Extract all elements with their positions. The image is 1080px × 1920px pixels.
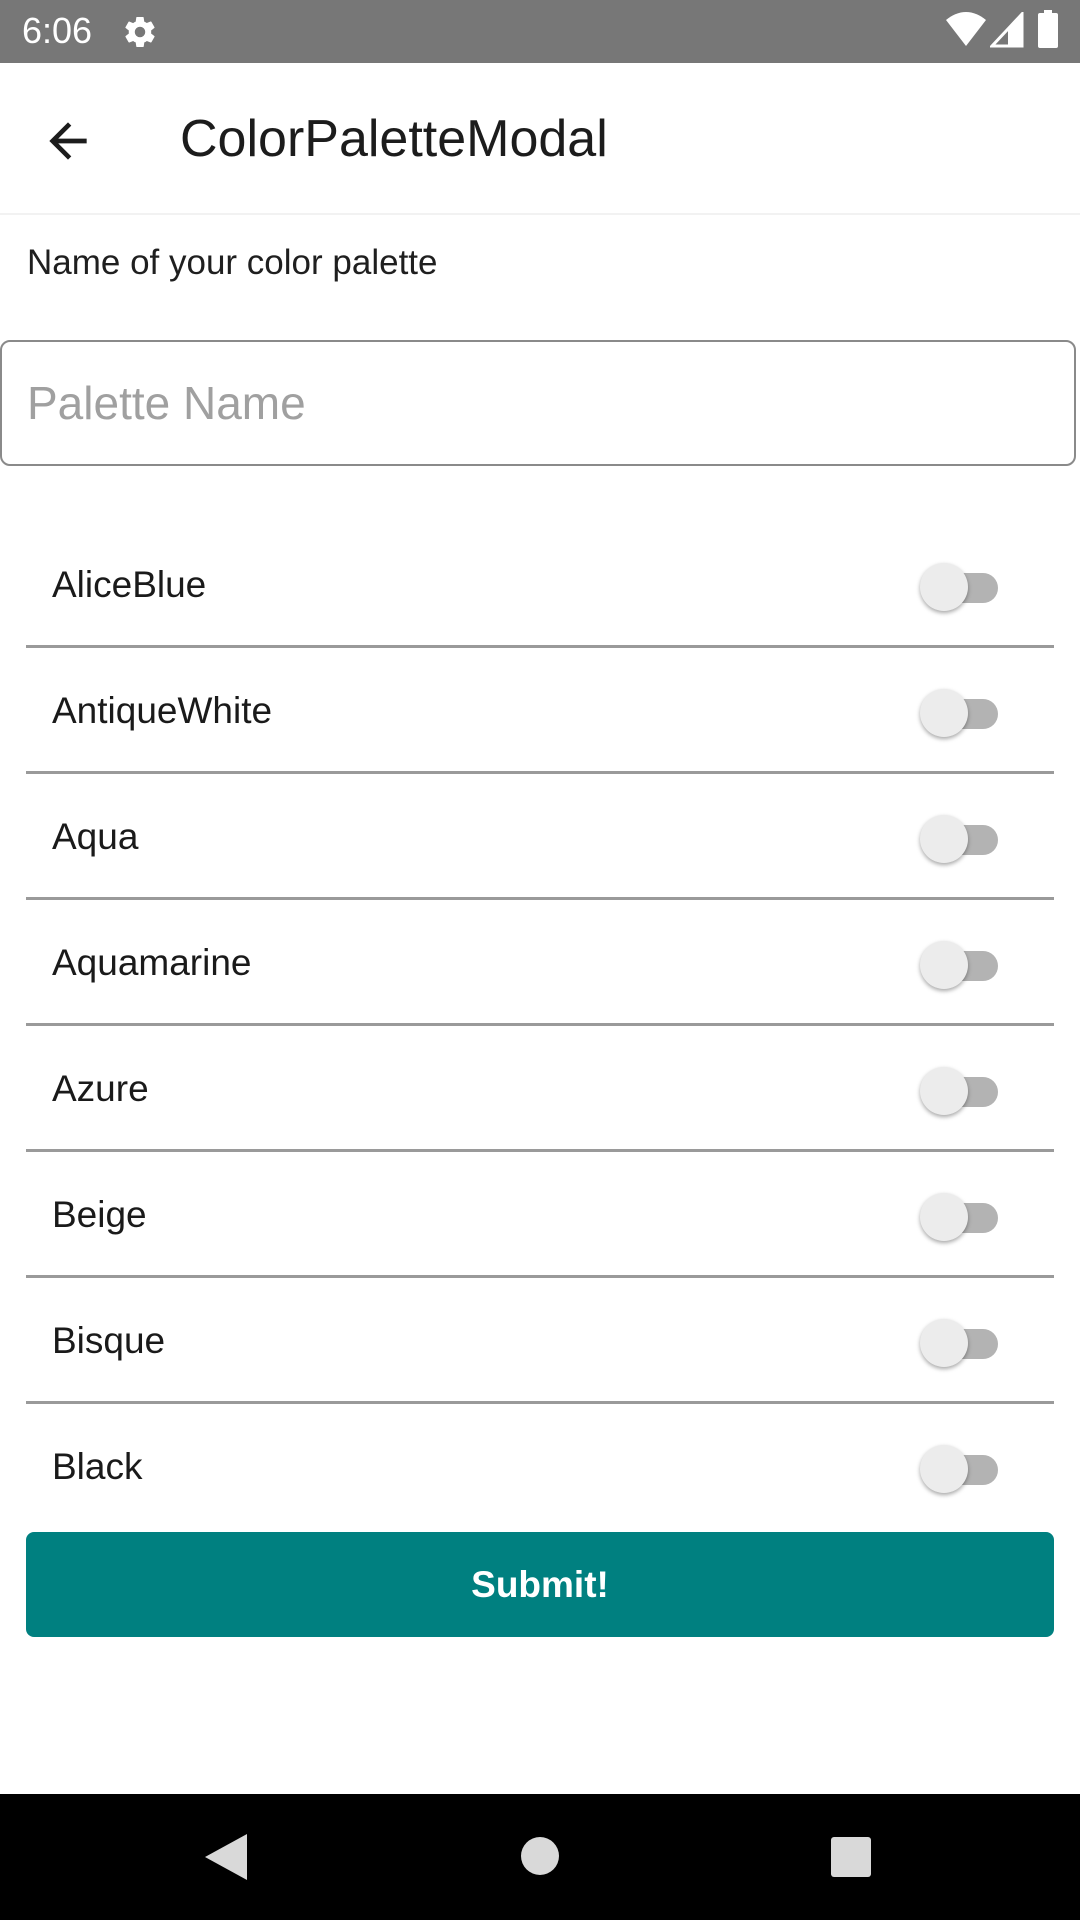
list-item-black: Black [26,1404,1054,1530]
list-item-aquamarine: Aquamarine [26,900,1054,1026]
color-toggle-switch[interactable] [918,1064,1014,1118]
toggle-thumb [920,1445,968,1493]
battery-icon [1038,10,1058,48]
settings-icon [125,17,155,48]
toggle-thumb [920,563,968,611]
color-toggle-switch[interactable] [918,812,1014,866]
color-label: AntiqueWhite [52,690,273,731]
palette-name-label: Name of your color palette [27,243,438,282]
color-toggle-switch[interactable] [918,560,1014,614]
signal-icon [990,12,1024,48]
status-bar: 6:06 [0,0,1080,63]
wifi-icon [946,12,986,46]
color-toggle-switch[interactable] [918,1190,1014,1244]
color-label: AliceBlue [52,564,207,605]
list-item-aqua: Aqua [26,774,1054,900]
app-bar: ColorPaletteModal [0,63,1080,215]
color-toggle-switch[interactable] [918,686,1014,740]
list-item-beige: Beige [26,1152,1054,1278]
submit-button[interactable]: Submit! [26,1532,1054,1637]
status-time: 6:06 [22,10,93,51]
toggle-thumb [920,1193,968,1241]
color-label: Bisque [52,1320,166,1361]
color-list: AliceBlue AntiqueWhite Aqua Aquamarine A… [26,522,1054,1530]
color-label: Azure [52,1068,149,1109]
nav-recents-icon[interactable] [830,1836,872,1878]
system-nav-bar [0,1794,1080,1920]
color-label: Aquamarine [52,942,252,983]
toggle-thumb [920,815,968,863]
toggle-thumb [920,689,968,737]
color-label: Aqua [52,816,139,857]
color-label: Black [52,1446,143,1487]
color-label: Beige [52,1194,147,1235]
color-toggle-switch[interactable] [918,938,1014,992]
list-item-bisque: Bisque [26,1278,1054,1404]
list-item-azure: Azure [26,1026,1054,1152]
list-item-antique-white: AntiqueWhite [26,648,1054,774]
nav-back-icon[interactable] [203,1832,249,1882]
nav-home-icon[interactable] [520,1836,560,1876]
toggle-thumb [920,1067,968,1115]
arrow-back-icon[interactable] [40,113,96,169]
color-toggle-switch[interactable] [918,1442,1014,1496]
page-title: ColorPaletteModal [180,110,608,168]
toggle-thumb [920,1319,968,1367]
palette-name-input[interactable] [0,340,1076,466]
color-toggle-switch[interactable] [918,1316,1014,1370]
toggle-thumb [920,941,968,989]
list-item-alice-blue: AliceBlue [26,522,1054,648]
